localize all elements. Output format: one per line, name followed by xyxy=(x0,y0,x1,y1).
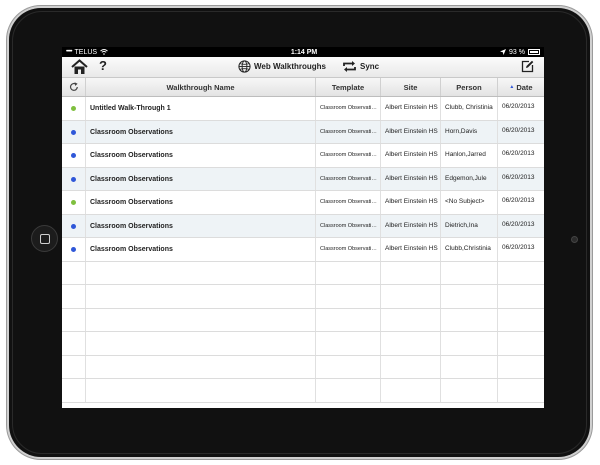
empty-row xyxy=(62,285,544,309)
empty-row xyxy=(62,379,544,403)
person-cell: Clubb,Christinia xyxy=(441,238,498,261)
site-cell: Albert Einstein HS xyxy=(381,238,441,261)
device-home-button[interactable] xyxy=(31,225,58,252)
template-cell: Classroom Observati… xyxy=(316,214,381,237)
status-dot-icon xyxy=(71,200,76,205)
site-cell: Albert Einstein HS xyxy=(381,191,441,214)
person-cell: <No Subject> xyxy=(441,191,498,214)
table-body: Untitled Walk-Through 1 Classroom Observ… xyxy=(62,97,544,403)
empty-row xyxy=(62,261,544,285)
table-row[interactable]: Classroom Observations Classroom Observa… xyxy=(62,191,544,215)
date-cell: 06/20/2013 xyxy=(502,173,535,181)
site-cell: Albert Einstein HS xyxy=(381,214,441,237)
table-row[interactable]: Untitled Walk-Through 1 Classroom Observ… xyxy=(62,97,544,121)
toolbar: ? Web Walkthroughs Sync xyxy=(62,57,544,78)
refresh-button[interactable] xyxy=(62,78,86,96)
walkthrough-name: Classroom Observations xyxy=(86,191,316,214)
signal-icon: ••••• xyxy=(66,49,72,55)
empty-row xyxy=(62,332,544,356)
battery-percent: 93 % xyxy=(509,48,525,56)
walkthrough-name: Classroom Observations xyxy=(86,167,316,190)
template-cell: Classroom Observati… xyxy=(316,167,381,190)
empty-row xyxy=(62,355,544,379)
template-cell: Classroom Observati… xyxy=(316,238,381,261)
person-cell: Edgemon,Jule xyxy=(441,167,498,190)
column-header-person[interactable]: Person xyxy=(441,78,498,96)
column-header-date[interactable]: ▲ Date xyxy=(498,78,544,96)
walkthrough-name: Classroom Observations xyxy=(86,120,316,143)
help-button[interactable]: ? xyxy=(99,58,107,73)
carrier-label: TELUS xyxy=(74,48,98,56)
person-cell: Clubb, Christinia xyxy=(441,97,498,120)
status-dot-icon xyxy=(71,106,76,111)
column-header-template[interactable]: Template xyxy=(316,78,381,96)
status-dot-icon xyxy=(71,153,76,158)
site-cell: Albert Einstein HS xyxy=(381,120,441,143)
site-cell: Albert Einstein HS xyxy=(381,97,441,120)
walkthrough-name: Untitled Walk-Through 1 xyxy=(86,97,316,120)
template-cell: Classroom Observati… xyxy=(316,144,381,167)
date-cell: 06/20/2013 xyxy=(502,103,535,110)
compose-icon[interactable] xyxy=(521,60,534,73)
globe-icon xyxy=(238,60,251,73)
walkthrough-name: Classroom Observations xyxy=(86,144,316,167)
battery-icon xyxy=(527,49,540,55)
wifi-icon xyxy=(100,49,108,55)
walkthrough-name: Classroom Observations xyxy=(86,214,316,237)
template-cell: Classroom Observati… xyxy=(316,97,381,120)
location-icon xyxy=(500,49,507,55)
refresh-icon xyxy=(69,82,78,91)
empty-row xyxy=(62,308,544,332)
home-square-icon xyxy=(40,234,50,244)
site-cell: Albert Einstein HS xyxy=(381,167,441,190)
date-cell: 06/20/2013 xyxy=(502,197,535,204)
home-icon[interactable] xyxy=(71,59,88,75)
table-row[interactable]: Classroom Observations Classroom Observa… xyxy=(62,214,544,238)
status-dot-icon xyxy=(71,129,76,135)
table-row[interactable]: Classroom Observations Classroom Observa… xyxy=(62,238,544,262)
device-camera xyxy=(571,236,578,243)
template-cell: Classroom Observati… xyxy=(316,120,381,143)
column-header-name[interactable]: Walkthrough Name xyxy=(86,78,316,96)
walkthrough-name: Classroom Observations xyxy=(86,238,316,261)
sort-ascending-icon: ▲ xyxy=(509,84,515,90)
web-walkthroughs-button[interactable]: Web Walkthroughs xyxy=(238,60,326,73)
table-header: Walkthrough Name Template Site Person ▲ … xyxy=(62,78,544,97)
web-walkthroughs-label: Web Walkthroughs xyxy=(254,62,326,71)
column-header-site[interactable]: Site xyxy=(381,78,441,96)
status-time: 1:14 PM xyxy=(290,48,318,56)
person-cell: Hanlon,Jarred xyxy=(441,144,498,167)
date-cell: 06/20/2013 xyxy=(502,220,535,228)
status-dot-icon xyxy=(71,247,76,252)
date-cell: 06/20/2013 xyxy=(502,126,535,134)
column-header-date-label: Date xyxy=(516,82,533,92)
status-dot-icon xyxy=(71,176,76,182)
table-row[interactable]: Classroom Observations Classroom Observa… xyxy=(62,167,544,191)
date-cell: 06/20/2013 xyxy=(502,244,535,251)
app-screen: ••••• TELUS 1:14 PM 93 % ? Web Walkthrou… xyxy=(62,47,544,408)
status-dot-icon xyxy=(71,223,76,229)
sync-icon xyxy=(343,61,356,72)
date-cell: 06/20/2013 xyxy=(502,150,535,157)
status-bar: ••••• TELUS 1:14 PM 93 % xyxy=(62,47,544,57)
sync-label: Sync xyxy=(360,62,380,71)
site-cell: Albert Einstein HS xyxy=(381,144,441,167)
person-cell: Dietrich,Ina xyxy=(441,214,498,237)
template-cell: Classroom Observati… xyxy=(316,191,381,214)
person-cell: Horn,Davis xyxy=(441,120,498,143)
table-row[interactable]: Classroom Observations Classroom Observa… xyxy=(62,120,544,144)
walkthrough-table: Walkthrough Name Template Site Person ▲ … xyxy=(62,78,544,408)
sync-button[interactable]: Sync xyxy=(342,61,379,72)
table-row[interactable]: Classroom Observations Classroom Observa… xyxy=(62,144,544,168)
